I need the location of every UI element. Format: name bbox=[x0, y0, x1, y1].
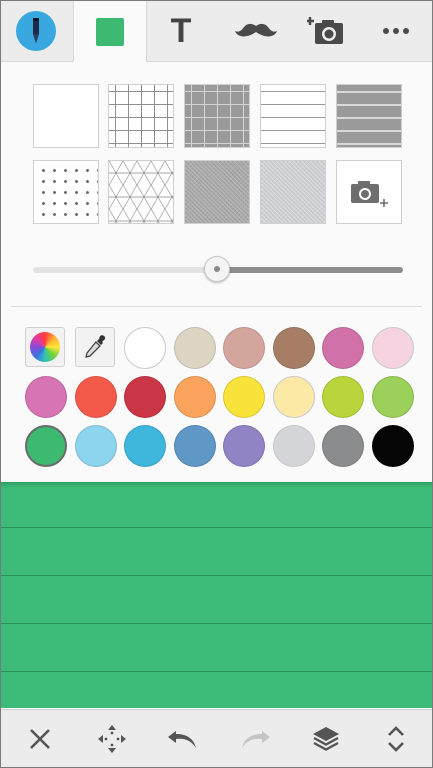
drawing-canvas[interactable] bbox=[1, 482, 432, 708]
color-swatch[interactable] bbox=[124, 425, 166, 467]
undo-button[interactable] bbox=[158, 710, 208, 767]
text-tool-button[interactable]: T bbox=[156, 1, 206, 61]
pen-tool-button[interactable] bbox=[9, 1, 63, 61]
eyedropper-icon bbox=[85, 335, 106, 358]
color-wheel-icon bbox=[30, 332, 60, 362]
color-swatch[interactable] bbox=[25, 376, 67, 418]
pattern-gray-canvas[interactable] bbox=[184, 160, 250, 224]
move-button[interactable] bbox=[87, 710, 137, 767]
move-icon bbox=[98, 725, 126, 753]
canvas-rule-line bbox=[1, 575, 432, 576]
color-wheel-button[interactable] bbox=[25, 327, 65, 367]
color-swatch[interactable] bbox=[223, 376, 265, 418]
sticker-tool-button[interactable] bbox=[226, 1, 286, 61]
pattern-blank[interactable] bbox=[33, 84, 99, 148]
color-swatch-selected[interactable] bbox=[25, 425, 67, 467]
pattern-dark-lined[interactable] bbox=[336, 84, 402, 148]
canvas-rule-line bbox=[1, 671, 432, 672]
eyedropper-button[interactable] bbox=[75, 327, 115, 367]
color-swatch[interactable] bbox=[223, 327, 265, 369]
color-swatch[interactable] bbox=[371, 327, 414, 369]
pattern-dark-grid[interactable] bbox=[184, 84, 250, 148]
color-swatch[interactable] bbox=[272, 425, 315, 467]
layers-icon bbox=[313, 727, 339, 751]
pattern-dots[interactable] bbox=[33, 160, 99, 224]
color-swatch[interactable] bbox=[74, 425, 117, 467]
more-icon bbox=[383, 28, 409, 34]
color-swatch[interactable] bbox=[322, 327, 364, 369]
pen-icon bbox=[16, 11, 56, 51]
color-swatch[interactable] bbox=[173, 376, 216, 418]
close-icon bbox=[30, 729, 50, 749]
pattern-isometric[interactable] bbox=[108, 160, 174, 224]
app-frame: T bbox=[0, 0, 433, 768]
brightness-slider-handle[interactable] bbox=[204, 256, 230, 282]
panel-divider bbox=[11, 306, 422, 307]
canvas-shadow bbox=[1, 482, 432, 488]
camera-add-icon bbox=[307, 17, 343, 44]
color-swatch[interactable] bbox=[124, 327, 166, 369]
paper-swatch-icon bbox=[96, 17, 124, 46]
text-icon: T bbox=[170, 11, 192, 50]
undo-icon bbox=[168, 731, 196, 748]
camera-add-icon bbox=[351, 181, 388, 207]
color-swatch[interactable] bbox=[272, 327, 315, 369]
expand-icon bbox=[388, 726, 404, 752]
expand-button[interactable] bbox=[371, 710, 421, 767]
pattern-photo-background[interactable] bbox=[336, 160, 402, 224]
bottom-toolbar bbox=[1, 709, 432, 767]
color-swatch[interactable] bbox=[272, 376, 315, 418]
more-menu-button[interactable] bbox=[371, 1, 421, 61]
color-swatch[interactable] bbox=[124, 376, 166, 418]
brightness-slider-fill bbox=[218, 267, 403, 273]
color-swatch[interactable] bbox=[371, 425, 414, 467]
mustache-icon bbox=[235, 23, 277, 37]
color-swatch[interactable] bbox=[173, 425, 216, 467]
color-swatch[interactable] bbox=[173, 327, 216, 369]
layers-button[interactable] bbox=[301, 710, 351, 767]
paper-style-button[interactable] bbox=[73, 1, 147, 62]
color-swatch[interactable] bbox=[74, 376, 117, 418]
pattern-small-grid[interactable] bbox=[108, 84, 174, 148]
pattern-light-canvas[interactable] bbox=[260, 160, 326, 224]
color-swatch[interactable] bbox=[223, 425, 265, 467]
color-swatch[interactable] bbox=[322, 425, 364, 467]
redo-button[interactable] bbox=[230, 710, 280, 767]
color-swatch[interactable] bbox=[322, 376, 364, 418]
pattern-lined[interactable] bbox=[260, 84, 326, 148]
close-button[interactable] bbox=[15, 710, 65, 767]
redo-icon bbox=[242, 731, 270, 748]
canvas-rule-line bbox=[1, 527, 432, 528]
color-swatch[interactable] bbox=[371, 376, 414, 418]
top-toolbar: T bbox=[1, 1, 432, 62]
paper-style-panel bbox=[1, 62, 432, 482]
add-photo-button[interactable] bbox=[299, 1, 355, 61]
canvas-rule-line bbox=[1, 623, 432, 624]
